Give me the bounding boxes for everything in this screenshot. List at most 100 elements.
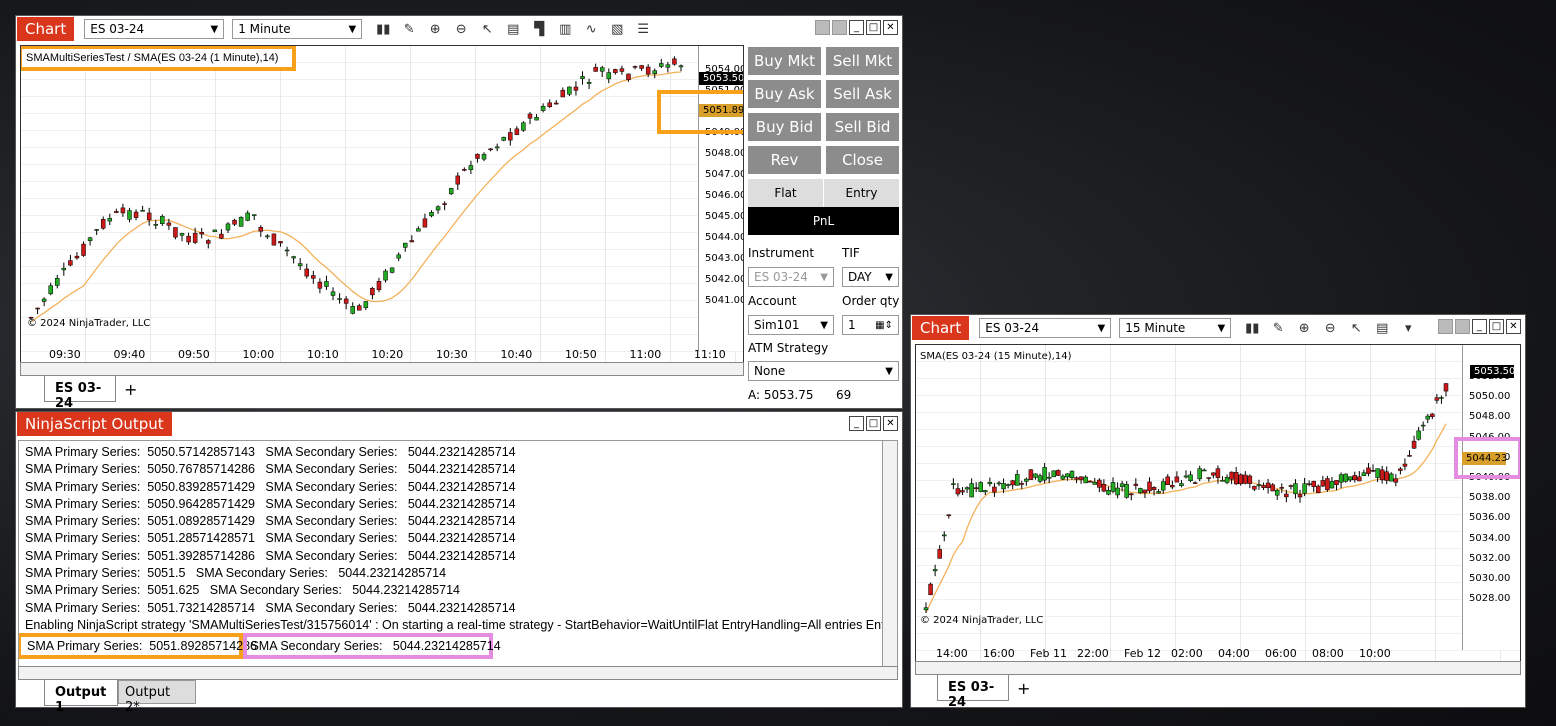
candle-body — [251, 214, 257, 216]
output-title: NinjaScript Output — [17, 412, 172, 436]
candle-body — [1389, 473, 1394, 482]
candle-body — [199, 232, 204, 235]
candle-body — [567, 86, 572, 95]
sell-mkt-button[interactable]: Sell Mkt — [826, 47, 899, 75]
output-close-button[interactable]: ✕ — [883, 416, 898, 431]
chart1-plot[interactable]: SMAMultiSeriesTest / SMA(ES 03-24 (1 Min… — [20, 45, 744, 372]
atm-strategy-select[interactable]: None ▼ — [748, 361, 899, 381]
candle-body — [1179, 483, 1184, 487]
candle-body — [1119, 483, 1125, 487]
zoom-out-icon[interactable]: ⊖ — [450, 19, 472, 39]
trader-instrument-select[interactable]: ES 03-24 ▼ — [748, 267, 834, 287]
candle-body — [232, 219, 237, 225]
chart2-tab[interactable]: ES 03-24 — [937, 675, 1009, 710]
candle-body — [402, 242, 408, 248]
candle-body — [396, 254, 401, 259]
chart2-more-icon[interactable]: ▾ — [1397, 318, 1419, 338]
indicators-icon[interactable]: ▥ — [554, 19, 576, 39]
sell-bid-button[interactable]: Sell Bid — [826, 113, 899, 141]
output-line: SMA Primary Series: 5050.76785714286 SMA… — [25, 462, 516, 477]
chart2-pointer-icon[interactable]: ↖ — [1345, 318, 1367, 338]
candle-body — [1211, 472, 1216, 476]
maximize-button[interactable]: □ — [866, 20, 881, 35]
output-line: SMA Primary Series: 5051.73214285714 SMA… — [25, 600, 516, 615]
tif-select[interactable]: DAY ▼ — [842, 267, 899, 287]
candle-body — [983, 490, 988, 493]
link-button[interactable] — [815, 20, 830, 35]
data-box-icon[interactable]: ▤ — [502, 19, 524, 39]
candle-body — [1361, 472, 1367, 476]
properties-icon[interactable]: ☰ — [632, 19, 654, 39]
instrument-dropdown[interactable]: ES 03-24 ▼ — [84, 19, 225, 39]
sell-ask-button[interactable]: Sell Ask — [826, 80, 899, 108]
chart2-y-tick: 5034.00 — [1469, 532, 1511, 544]
output-tab-2[interactable]: Output 2* — [118, 680, 196, 715]
chart2-minimize-button[interactable]: _ — [1472, 319, 1487, 334]
output-hscroll[interactable] — [18, 666, 898, 680]
close-position-button[interactable]: Close — [826, 146, 899, 174]
candle-body — [978, 482, 983, 492]
chart2-instrument-link-button[interactable] — [1455, 319, 1470, 334]
chart2-zoom-in-icon[interactable]: ⊕ — [1293, 318, 1315, 338]
candle-body — [238, 216, 244, 227]
candle-body — [1338, 474, 1344, 483]
templates-icon[interactable]: ▧ — [606, 19, 628, 39]
chart2-data-box-icon[interactable]: ▤ — [1371, 318, 1393, 338]
chart2-zoom-out-icon[interactable]: ⊖ — [1319, 318, 1341, 338]
chart-trader-icon[interactable]: ▜ — [528, 19, 550, 39]
entry-status: Entry — [824, 179, 899, 207]
candle-body — [1160, 481, 1166, 491]
candle-body — [1165, 476, 1171, 485]
close-button[interactable]: ✕ — [883, 20, 898, 35]
candle-body — [672, 58, 677, 65]
chart1-tab[interactable]: ES 03-24 — [44, 376, 116, 411]
account-select[interactable]: Sim101 ▼ — [748, 315, 834, 335]
rev-button[interactable]: Rev — [748, 146, 821, 174]
chart2-bar-type-icon[interactable]: ▮▮ — [1241, 318, 1263, 338]
strategies-icon[interactable]: ∿ — [580, 19, 602, 39]
bar-type-icon[interactable]: ▮▮ — [372, 19, 394, 39]
buy-ask-button[interactable]: Buy Ask — [748, 80, 821, 108]
chart2-maximize-button[interactable]: □ — [1489, 319, 1504, 334]
chart2-draw-tool-icon[interactable]: ✎ — [1267, 318, 1289, 338]
output-tab-1[interactable]: Output 1 — [44, 680, 118, 715]
chart2-plot[interactable]: SMA(ES 03-24 (15 Minute),14) © 2024 Ninj… — [915, 344, 1521, 671]
candle-body — [376, 281, 382, 291]
chart2-y-axis[interactable]: 5052.005050.005048.005046.005042.005040.… — [1462, 345, 1520, 650]
candle-body — [48, 285, 53, 295]
candle-body — [1329, 481, 1335, 489]
candle-body — [1425, 415, 1431, 420]
zoom-in-icon[interactable]: ⊕ — [424, 19, 446, 39]
candle-body — [1443, 383, 1449, 392]
output-maximize-button[interactable]: □ — [866, 416, 881, 431]
candle-body — [1366, 467, 1371, 474]
candle-body — [173, 227, 178, 238]
chart1-add-tab[interactable]: + — [124, 380, 137, 399]
output-minimize-button[interactable]: _ — [849, 416, 864, 431]
candle-body — [1334, 480, 1339, 485]
instrument-link-button[interactable] — [832, 20, 847, 35]
draw-tool-icon[interactable]: ✎ — [398, 19, 420, 39]
chart2-scrollbar[interactable] — [915, 661, 1521, 675]
indicator-label-box: SMAMultiSeriesTest / SMA(ES 03-24 (1 Min… — [21, 46, 296, 71]
output-window: NinjaScript Output _ □ ✕ SMA Primary Ser… — [15, 411, 903, 715]
output-vscroll[interactable] — [882, 440, 898, 668]
order-qty-stepper[interactable]: 1 ▦⇕ — [842, 315, 899, 335]
minimize-button[interactable]: _ — [849, 20, 864, 35]
candle-body — [960, 490, 965, 493]
chart2-link-button[interactable] — [1438, 319, 1453, 334]
buy-mkt-button[interactable]: Buy Mkt — [748, 47, 821, 75]
chart2-close-button[interactable]: ✕ — [1506, 319, 1521, 334]
buy-bid-button[interactable]: Buy Bid — [748, 113, 821, 141]
chart1-scrollbar[interactable] — [20, 362, 744, 376]
chart2-instrument-dropdown[interactable]: ES 03-24 ▼ — [979, 318, 1112, 338]
chart2-interval-dropdown[interactable]: 15 Minute ▼ — [1119, 318, 1232, 338]
chart2-add-tab[interactable]: + — [1017, 679, 1030, 698]
candle-body — [1320, 480, 1326, 487]
output-text-area[interactable]: SMA Primary Series: 5050.57142857143 SMA… — [18, 440, 886, 668]
output-line: SMA Primary Series: 5051.625 SMA Seconda… — [25, 583, 460, 598]
interval-dropdown[interactable]: 1 Minute ▼ — [232, 19, 363, 39]
chart1-y-tick: 5041.00 — [705, 295, 744, 306]
candle-body — [186, 235, 191, 243]
pointer-icon[interactable]: ↖ — [476, 19, 498, 39]
